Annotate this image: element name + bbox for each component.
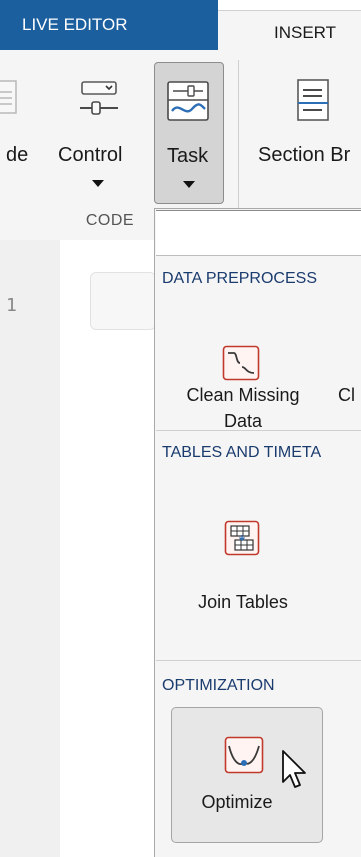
join-tables-icon: [224, 520, 260, 561]
tab-insert[interactable]: INSERT: [218, 10, 361, 51]
gallery-separator: [156, 430, 361, 431]
mouse-cursor-icon: [280, 748, 310, 797]
section-break-button[interactable]: Section Br: [250, 62, 361, 202]
section-title-optimization: OPTIMIZATION: [162, 677, 275, 694]
section-title-data-preprocessing: DATA PREPROCESS: [162, 270, 317, 287]
editor-area[interactable]: [60, 240, 156, 857]
optimize-icon: [224, 736, 264, 779]
section-break-icon: [296, 78, 330, 127]
partial-tool-label[interactable]: de: [6, 144, 28, 167]
tab-live-editor[interactable]: LIVE EDITOR: [0, 0, 218, 50]
control-label: Control: [58, 144, 123, 166]
clean-missing-data-icon: [222, 345, 260, 386]
code-group-label: CODE: [85, 212, 135, 229]
task-dropdown-arrow: [183, 181, 195, 188]
control-icon: [78, 78, 122, 123]
line-number: 1: [6, 295, 17, 316]
partial-gallery-item-label[interactable]: Cl: [338, 385, 355, 406]
gallery-search-input[interactable]: [156, 210, 361, 256]
editor-gutter: [0, 240, 60, 857]
clean-missing-data-label-line1: Clean Missing: [186, 385, 300, 405]
gallery-separator: [156, 660, 361, 661]
join-tables-label: Join Tables: [198, 592, 288, 612]
code-line-1[interactable]: [90, 272, 156, 330]
task-label: Task: [167, 145, 209, 167]
document-icon: [0, 80, 20, 114]
section-break-label: Section Br: [258, 144, 351, 166]
task-icon: [165, 79, 211, 128]
control-dropdown-arrow: [92, 180, 104, 187]
join-tables-button[interactable]: Join Tables: [168, 520, 318, 612]
control-button[interactable]: Control: [58, 62, 142, 202]
section-title-tables-and-timetables: TABLES AND TIMETA: [162, 444, 322, 461]
clean-missing-data-label-line2: Data: [223, 411, 263, 431]
task-button[interactable]: Task: [154, 62, 224, 204]
